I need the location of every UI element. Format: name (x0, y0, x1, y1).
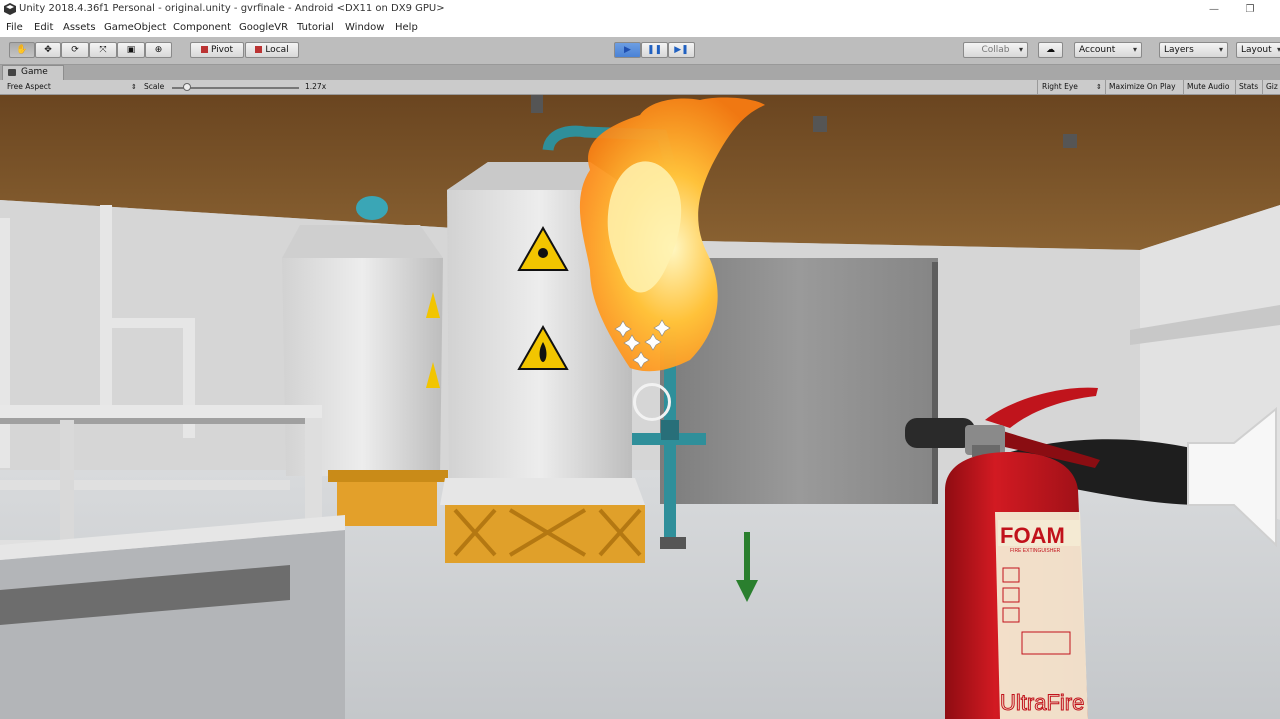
step-icon: ▶❚ (674, 45, 689, 55)
stats-toggle[interactable]: Stats (1239, 80, 1258, 94)
divider (1262, 80, 1263, 94)
move-icon: ✥ (44, 45, 52, 55)
menu-tutorial[interactable]: Tutorial (297, 22, 334, 33)
divider (1105, 80, 1106, 94)
layers-dropdown[interactable]: Layers (1159, 42, 1228, 58)
tab-game-label: Game (21, 67, 48, 77)
divider (1183, 80, 1184, 94)
menu-edit[interactable]: Edit (34, 22, 53, 33)
layers-label: Layers (1164, 45, 1194, 55)
toolbar: ✋ ✥ ⟳ ⤧ ▣ ⊕ Pivot Local ▶ ❚❚ ▶❚ Collab ☁… (0, 37, 1280, 65)
unity-logo-icon (4, 3, 16, 15)
extinguisher-nozzle (905, 418, 975, 448)
local-label: Local (265, 45, 289, 55)
scale-slider-handle[interactable] (183, 83, 192, 91)
scale-slider-track[interactable] (172, 87, 299, 89)
scale-tool-button[interactable]: ⤧ (89, 42, 117, 58)
back-tank-stand (337, 476, 437, 526)
divider (1037, 80, 1038, 94)
game-view-controls: Free Aspect ⇕ Scale 1.27x Right Eye ⇕ Ma… (0, 80, 1280, 95)
title-bar: Unity 2018.4.36f1 Personal - original.un… (0, 0, 1280, 20)
cloud-button[interactable]: ☁ (1038, 42, 1063, 58)
tab-game[interactable]: Game (2, 65, 64, 80)
menu-help[interactable]: Help (395, 22, 418, 33)
cloud-icon: ☁ (1046, 45, 1055, 55)
play-icon: ▶ (624, 45, 631, 55)
eye-dropdown[interactable]: Right Eye (1042, 80, 1078, 94)
gaze-reticle (633, 383, 671, 421)
play-button[interactable]: ▶ (614, 42, 641, 58)
menu-file[interactable]: File (6, 22, 23, 33)
rect-tool-button[interactable]: ▣ (117, 42, 145, 58)
mute-audio-toggle[interactable]: Mute Audio (1187, 80, 1229, 94)
platform (0, 530, 345, 719)
menu-gameobject[interactable]: GameObject (104, 22, 166, 33)
step-button[interactable]: ▶❚ (668, 42, 695, 58)
pivot-toggle[interactable]: Pivot (190, 42, 244, 58)
collab-dropdown[interactable]: Collab (963, 42, 1028, 58)
collab-label: Collab (981, 45, 1010, 55)
account-label: Account (1079, 45, 1116, 55)
game-icon (8, 69, 16, 76)
eye-chevron-icon: ⇕ (1096, 83, 1102, 91)
pivot-label: Pivot (210, 45, 234, 55)
divider (1235, 80, 1236, 94)
local-icon (255, 46, 263, 53)
pause-button[interactable]: ❚❚ (641, 42, 668, 58)
aspect-dropdown[interactable]: Free Aspect (7, 80, 51, 94)
rotate-icon: ⟳ (71, 45, 79, 55)
hand-icon: ✋ (16, 45, 28, 55)
window-title: Unity 2018.4.36f1 Personal - original.un… (19, 3, 445, 14)
local-toggle[interactable]: Local (245, 42, 299, 58)
pause-icon: ❚❚ (646, 45, 663, 55)
tab-strip: Game (0, 65, 1280, 80)
menu-assets[interactable]: Assets (63, 22, 96, 33)
hand-tool-button[interactable]: ✋ (9, 42, 35, 58)
menu-googlevr[interactable]: GoogleVR (239, 22, 288, 33)
transform-tool-button[interactable]: ⊕ (145, 42, 172, 58)
brand-text: UltraFire (1000, 690, 1084, 715)
scale-label: Scale (144, 82, 165, 91)
menu-window[interactable]: Window (345, 22, 384, 33)
svg-text:FIRE EXTINGUISHER: FIRE EXTINGUISHER (1010, 548, 1061, 554)
gizmos-dropdown[interactable]: Giz (1266, 80, 1278, 94)
back-arrow-icon[interactable] (1182, 405, 1280, 551)
account-dropdown[interactable]: Account (1074, 42, 1142, 58)
menu-bar: File Edit Assets GameObject Component Go… (0, 20, 1280, 37)
minimize-button[interactable]: — (1204, 2, 1224, 18)
rect-icon: ▣ (126, 45, 136, 55)
maximize-on-play-toggle[interactable]: Maximize On Play (1109, 80, 1176, 94)
front-railing (0, 405, 322, 419)
rotate-tool-button[interactable]: ⟳ (61, 42, 89, 58)
extinguisher-label-text: FOAM (1000, 523, 1065, 548)
pivot-icon (200, 46, 208, 53)
move-tool-button[interactable]: ✥ (35, 42, 61, 58)
game-viewport[interactable]: FOAM FIRE EXTINGUISHER UltraFire (0, 95, 1280, 719)
transform-icon: ⊕ (154, 45, 163, 55)
restore-button[interactable]: ❐ (1240, 2, 1260, 18)
scale-icon: ⤧ (99, 45, 107, 55)
down-arrow-icon (736, 532, 758, 602)
layout-label: Layout (1241, 45, 1272, 55)
scale-value: 1.27x (305, 82, 327, 91)
menu-component[interactable]: Component (173, 22, 231, 33)
layout-dropdown[interactable]: Layout (1236, 42, 1280, 58)
aspect-chevron-icon: ⇕ (131, 83, 137, 91)
